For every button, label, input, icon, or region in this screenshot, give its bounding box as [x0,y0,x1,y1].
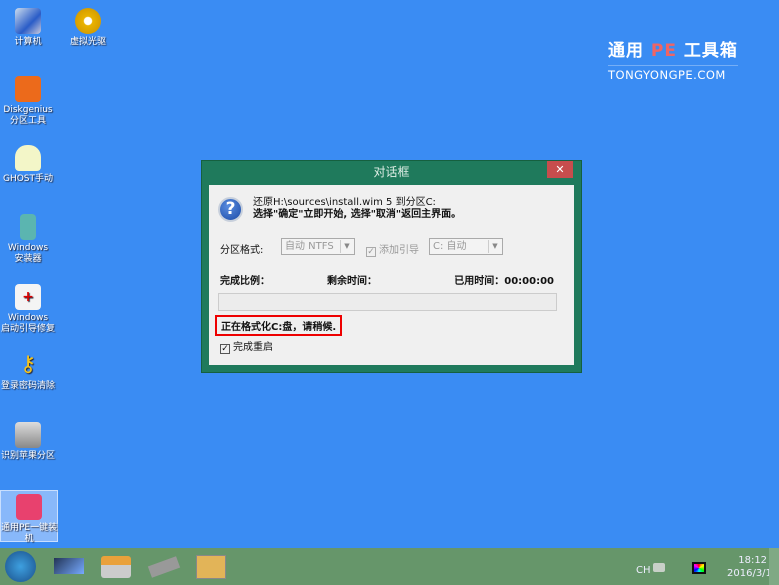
taskbar-app-tools-icon[interactable] [196,555,226,579]
boot-repair-icon: + [15,284,41,310]
icon-label: 识别苹果分区 [0,451,55,461]
hard-drive-icon [15,422,41,448]
logo-pe: PE [650,41,677,61]
desktop-icon-diskgenius[interactable]: Diskgenius 分区工具 [0,76,57,127]
close-button[interactable]: ✕ [547,161,573,178]
desktop-icon-virtual-drive[interactable]: 虚拟光驱 [59,8,117,48]
language-indicator[interactable]: CH [636,565,651,576]
icon-label: Diskgenius 分区工具 [3,105,53,126]
icon-label: GHOST手动 [2,174,54,184]
dialog-window: 对话框 ✕ ? 还原H:\sources\install.wim 5 到分区C:… [201,160,582,373]
keyboard-icon[interactable] [653,563,665,572]
chevron-down-icon: ▼ [488,240,501,253]
message-line1: 还原H:\sources\install.wim 5 到分区C: [253,197,436,208]
desktop-icon-computer[interactable]: 计算机 [0,8,57,48]
taskbar-app-memory-icon[interactable] [147,556,181,578]
display-icon[interactable] [692,562,706,574]
taskbar-app-cleanup-icon[interactable] [101,556,131,578]
checkbox-icon: ✓ [366,247,376,257]
status-message: 正在格式化C:盘，请稍候. [215,315,343,336]
icon-label: 通用PE一键装 机 [1,523,58,544]
logo-text: 工具箱 [683,41,738,61]
elapsed-label: 已用时间：00:00:00 [454,276,554,287]
message-line2: 选择"确定"立即开始, 选择"取消"返回主界面。 [253,209,462,220]
desktop-icon-onekey-install[interactable]: 通用PE一键装 机 [0,490,58,544]
desktop-icon-ghost[interactable]: GHOST手动 [0,145,57,185]
icon-label: Windows 安装器 [7,243,49,264]
format-select[interactable]: 自动 NTFS ▼ [281,238,355,255]
start-button[interactable] [5,551,36,582]
ratio-label: 完成比例： [220,276,270,287]
dialog-title[interactable]: 对话框 [202,161,581,184]
icon-label: 登录密码清除 [0,381,55,391]
icon-label: 虚拟光驱 [69,37,106,47]
drive-select[interactable]: C: 自动 ▼ [429,238,503,255]
chevron-down-icon: ▼ [340,240,353,253]
reboot-label: 完成重启 [233,342,273,353]
desktop-icon-password-clear[interactable]: ⚷ 登录密码清除 [0,352,57,392]
add-boot-checkbox[interactable]: ✓ 添加引导 [366,241,419,257]
computer-icon [15,8,41,34]
windows-installer-icon [20,214,36,240]
taskbar-app-monitor-icon[interactable] [54,558,84,574]
add-boot-label: 添加引导 [379,245,419,256]
logo-url: TONGYONGPE.COM [608,65,738,82]
progress-bar [218,293,557,311]
diskgenius-icon [15,76,41,102]
taskbar: CH 18:12 2016/3/10 [0,548,779,585]
dialog-body: ? 还原H:\sources\install.wim 5 到分区C: 选择"确定"… [209,185,574,365]
desktop-icon-apple-partition[interactable]: 识别苹果分区 [0,422,57,462]
desktop-icon-boot-repair[interactable]: + Windows 启动引导修复 [0,284,57,335]
remaining-label: 剩余时间： [327,276,377,287]
virtual-drive-icon [75,8,101,34]
brand-logo: 通用 PE 工具箱 TONGYONGPE.COM [608,36,738,82]
onekey-install-icon [16,494,42,520]
format-label: 分区格式: [220,245,264,256]
checkbox-icon: ✓ [220,344,230,354]
ghost-icon [15,145,41,171]
drive-value: C: 自动 [433,241,467,252]
icon-label: 计算机 [14,37,42,47]
question-icon: ? [218,197,243,222]
desktop-icon-windows-installer[interactable]: Windows 安装器 [0,214,57,265]
show-desktop-button[interactable] [769,548,779,585]
format-value: 自动 NTFS [285,241,334,252]
key-icon: ⚷ [19,352,37,377]
reboot-checkbox[interactable]: ✓ 完成重启 [220,338,273,354]
logo-text: 通用 [608,41,644,61]
icon-label: Windows 启动引导修复 [0,313,55,334]
